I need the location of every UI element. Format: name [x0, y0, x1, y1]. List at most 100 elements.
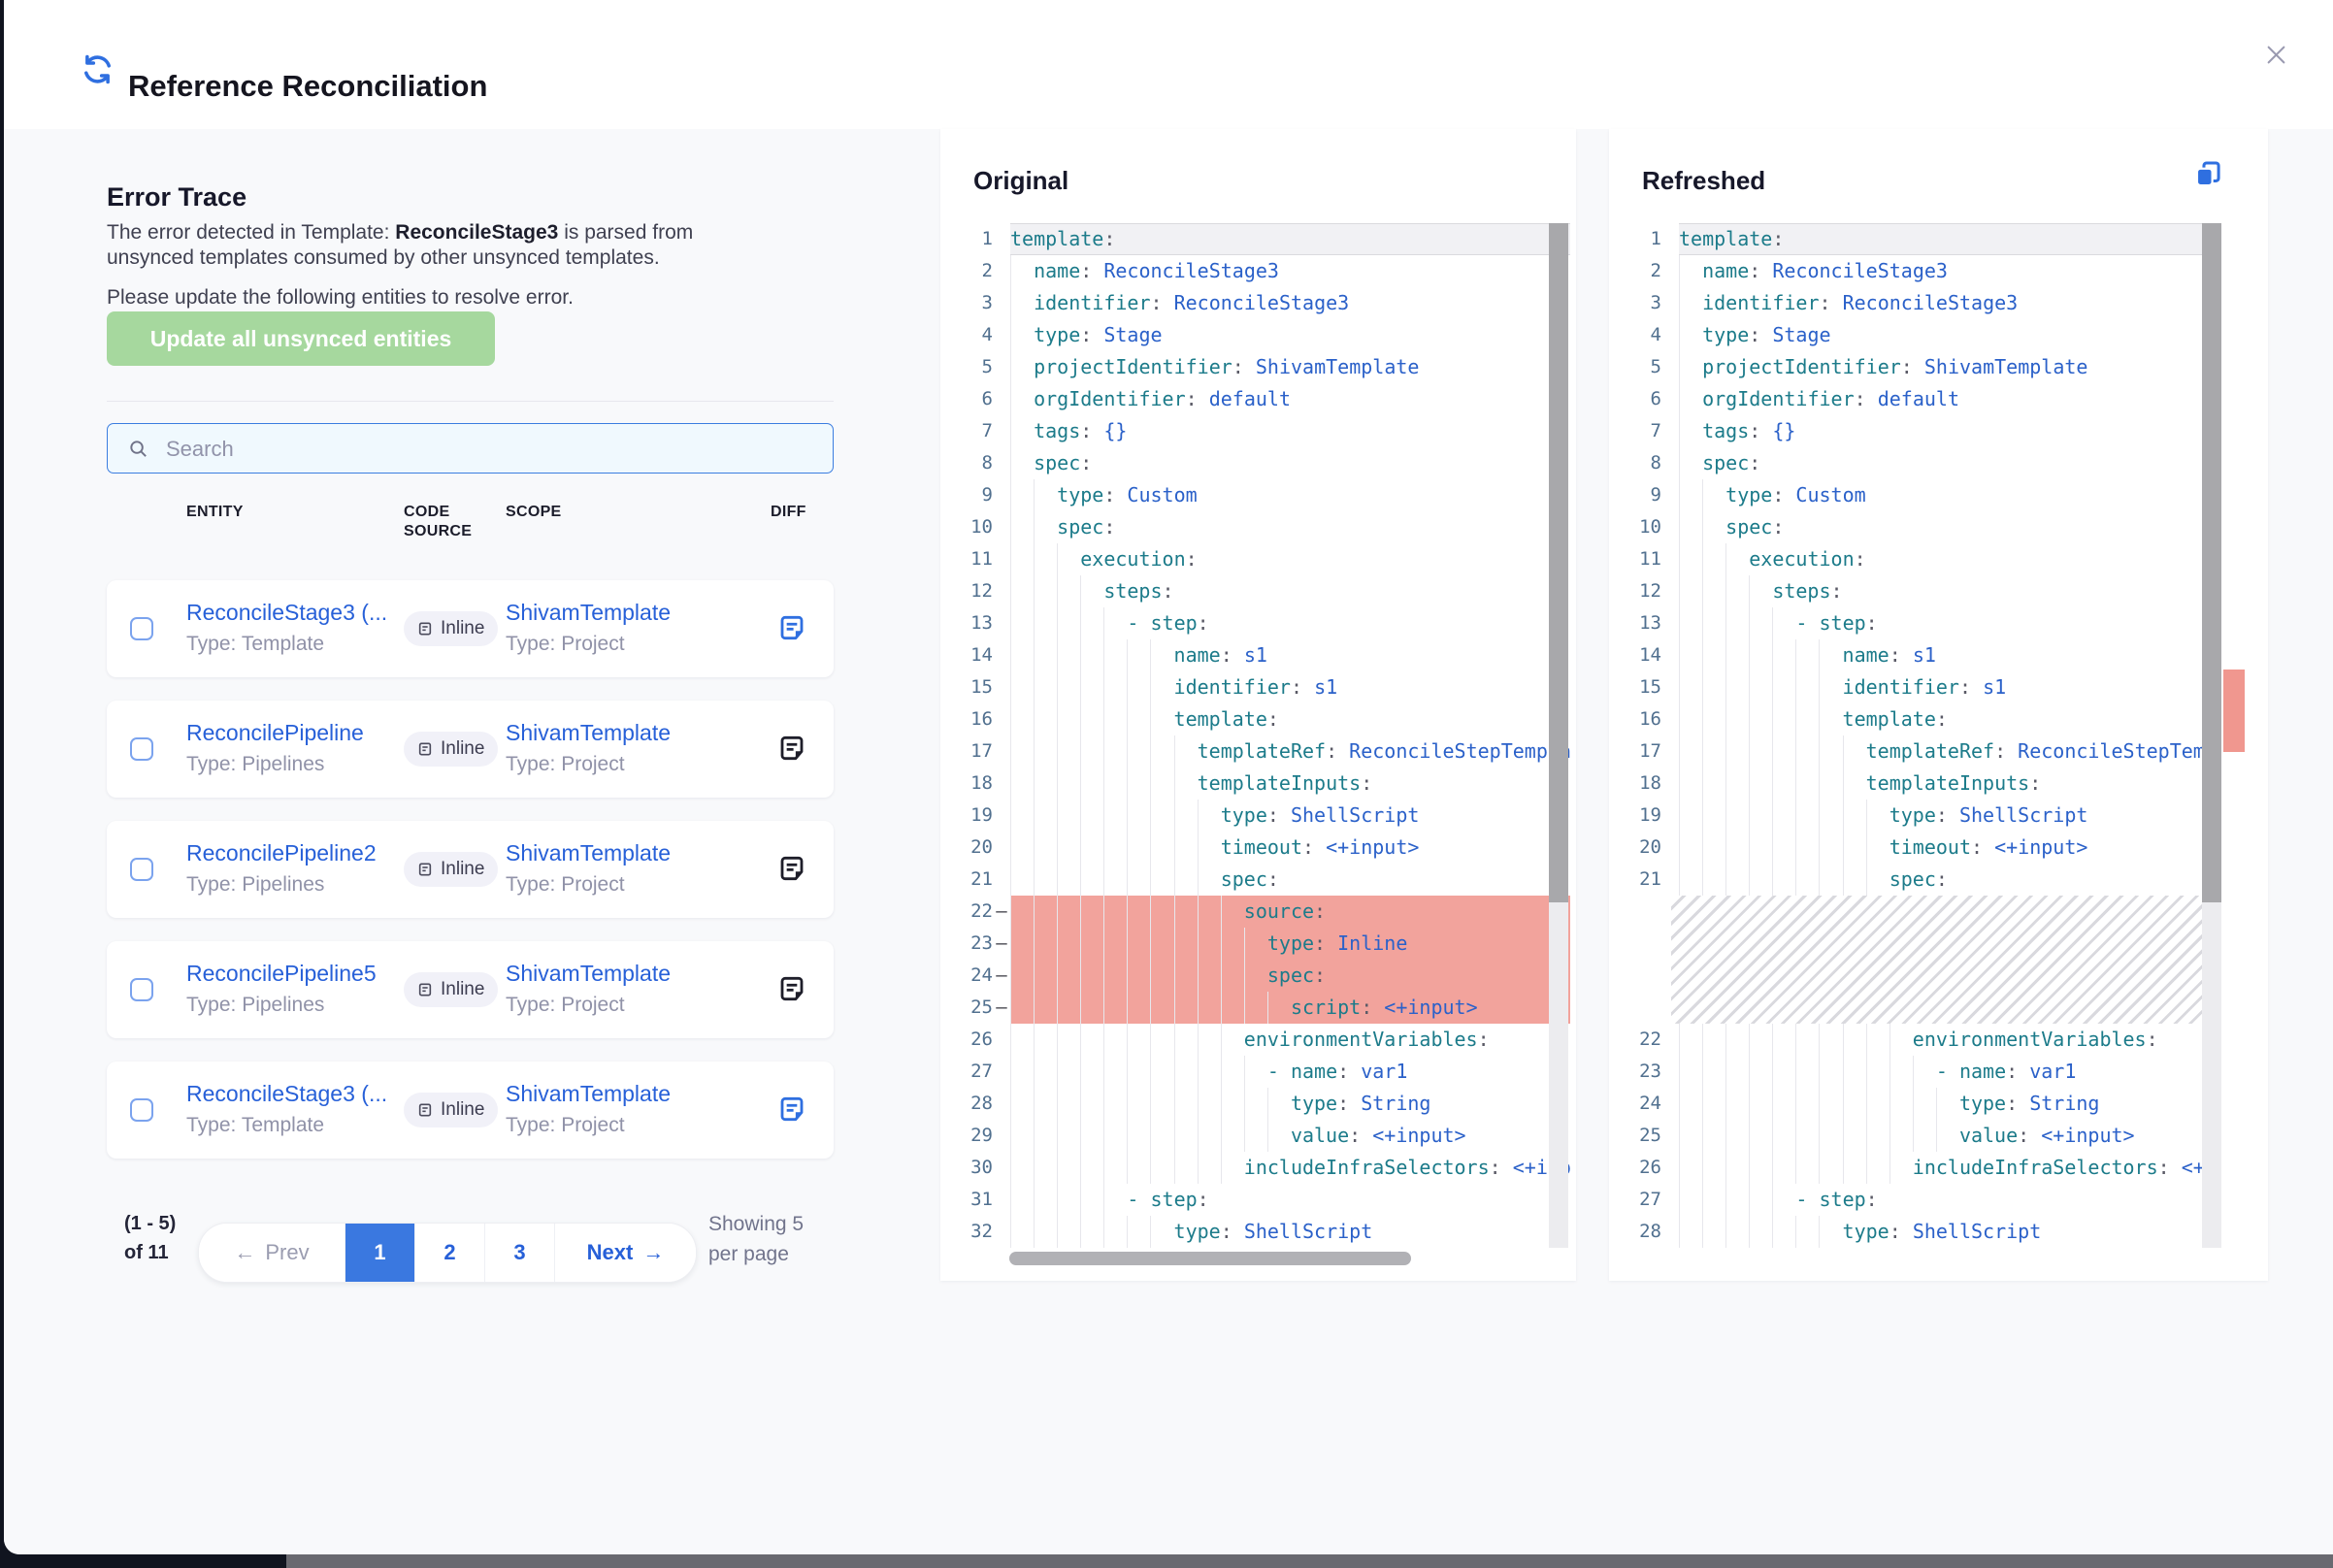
- code-line: 5projectIdentifier: ShivamTemplate: [1619, 351, 2221, 383]
- code-line-text: - name: var1: [1679, 1056, 2221, 1088]
- diff-line-marker: [993, 447, 1010, 479]
- prev-page-button[interactable]: ←Prev: [199, 1224, 345, 1282]
- entity-link[interactable]: ReconcilePipeline2: [186, 840, 395, 866]
- line-number: 23: [950, 928, 993, 960]
- line-number: 23: [1619, 1056, 1661, 1088]
- table-row: ReconcileStage3 (...Type: TemplateInline…: [107, 1062, 834, 1159]
- diff-line-marker: [1661, 864, 1679, 896]
- line-number: 13: [950, 607, 993, 639]
- code-line-text: type: ShellScript: [1679, 1216, 2221, 1248]
- diff-line-marker: [1661, 703, 1679, 735]
- code-line-text: orgIdentifier: default: [1010, 383, 1570, 415]
- code-line: 3identifier: ReconcileStage3: [950, 287, 1570, 319]
- column-header-diff: DIFF: [771, 503, 806, 522]
- code-line-text: spec:: [1679, 864, 2221, 896]
- diff-line-marker: [993, 832, 1010, 864]
- search-input[interactable]: [164, 424, 818, 474]
- line-number: 15: [1619, 671, 1661, 703]
- scope-link[interactable]: ShivamTemplate: [506, 961, 729, 987]
- row-checkbox[interactable]: [130, 617, 153, 640]
- code-line: 3identifier: ReconcileStage3: [1619, 287, 2221, 319]
- code-source-label: Inline: [441, 618, 484, 639]
- line-number: 13: [1619, 607, 1661, 639]
- page-button-2[interactable]: 2: [414, 1224, 484, 1282]
- diff-button[interactable]: [775, 973, 808, 1006]
- code-line-text: templateRef: ReconcileStepTemplate: [1010, 735, 1570, 768]
- code-source-badge: Inline: [404, 611, 498, 646]
- line-number: 8: [950, 447, 993, 479]
- refreshed-vertical-scrollbar[interactable]: [2202, 223, 2221, 1248]
- code-line-text: type: Custom: [1010, 479, 1570, 511]
- line-number: 22: [950, 896, 993, 928]
- row-checkbox[interactable]: [130, 858, 153, 881]
- code-line-text: type: ShellScript: [1010, 1216, 1570, 1248]
- original-vertical-scrollbar[interactable]: [1549, 223, 1568, 1248]
- code-line: 24type: String: [1619, 1088, 2221, 1120]
- copy-button[interactable]: [2191, 158, 2224, 191]
- entity-link[interactable]: ReconcilePipeline: [186, 720, 395, 746]
- code-line: 9type: Custom: [950, 479, 1570, 511]
- original-horizontal-scrollbar[interactable]: [1009, 1252, 1411, 1265]
- code-line-text: templateInputs:: [1010, 768, 1570, 800]
- scope-link[interactable]: ShivamTemplate: [506, 1081, 729, 1107]
- diff-line-marker: [993, 287, 1010, 319]
- code-source-label: Inline: [441, 1099, 484, 1121]
- diff-file-icon: [776, 993, 807, 1007]
- scope-link[interactable]: ShivamTemplate: [506, 840, 729, 866]
- entity-cell: ReconcilePipeline5Type: Pipelines: [186, 961, 395, 1017]
- line-number: 7: [1619, 415, 1661, 447]
- line-number: 3: [1619, 287, 1661, 319]
- row-checkbox[interactable]: [130, 1098, 153, 1122]
- code-line: 2name: ReconcileStage3: [1619, 255, 2221, 287]
- diff-line-marker: [1661, 447, 1679, 479]
- diff-line-marker: [993, 543, 1010, 575]
- diff-button[interactable]: [775, 1094, 808, 1127]
- next-label: Next: [587, 1240, 634, 1265]
- scope-type: Type: Project: [506, 873, 729, 897]
- code-line-text: name: ReconcileStage3: [1010, 255, 1570, 287]
- scope-link[interactable]: ShivamTemplate: [506, 720, 729, 746]
- diff-line-marker: –: [993, 992, 1010, 1024]
- diff-button[interactable]: [775, 733, 808, 766]
- row-checkbox[interactable]: [130, 978, 153, 1001]
- line-number: 4: [1619, 319, 1661, 351]
- diff-line-marker: [993, 768, 1010, 800]
- code-line: 28type: ShellScript: [1619, 1216, 2221, 1248]
- code-line: 21spec:: [950, 864, 1570, 896]
- row-checkbox[interactable]: [130, 737, 153, 761]
- original-code-editor: 1template:2name: ReconcileStage33identif…: [950, 223, 1570, 1248]
- code-line: 21spec:: [1619, 864, 2221, 896]
- diff-button[interactable]: [775, 612, 808, 645]
- diff-line-marker: [1661, 511, 1679, 543]
- page-button-3[interactable]: 3: [484, 1224, 554, 1282]
- entity-link[interactable]: ReconcilePipeline5: [186, 961, 395, 987]
- diff-button[interactable]: [775, 853, 808, 886]
- refreshed-panel: Refreshed 1template:2name: ReconcileStag…: [1609, 129, 2268, 1281]
- code-line-text: templateRef: ReconcileStepTemplate: [1679, 735, 2221, 768]
- diff-line-marker: [993, 255, 1010, 287]
- entity-type: Type: Pipelines: [186, 753, 395, 776]
- code-source-badge: Inline: [404, 852, 498, 887]
- code-line: 22–source:: [950, 896, 1570, 928]
- entity-link[interactable]: ReconcileStage3 (...: [186, 1081, 395, 1107]
- entity-link[interactable]: ReconcileStage3 (...: [186, 600, 395, 626]
- browser-horizontal-scrollbar[interactable]: [286, 1554, 2333, 1568]
- diff-line-marker: [1661, 319, 1679, 351]
- entity-cell: ReconcilePipeline Type: Pipelines: [186, 720, 395, 776]
- diff-line-marker: [1661, 1024, 1679, 1056]
- code-source-badge: Inline: [404, 1093, 498, 1127]
- code-line-text: type: Stage: [1010, 319, 1570, 351]
- code-line: 23–type: Inline: [950, 928, 1570, 960]
- close-button[interactable]: [2260, 41, 2291, 72]
- code-line: 13- step:: [1619, 607, 2221, 639]
- next-page-button[interactable]: Next→: [554, 1224, 696, 1282]
- code-line-text: includeInfraSelectors: <+input>: [1010, 1152, 1570, 1184]
- update-all-unsynced-entities-button[interactable]: Update all unsynced entities: [107, 311, 495, 366]
- code-line: 9type: Custom: [1619, 479, 2221, 511]
- scope-link[interactable]: ShivamTemplate: [506, 600, 729, 626]
- code-line: 26environmentVariables:: [950, 1024, 1570, 1056]
- diff-line-marker: [993, 1088, 1010, 1120]
- code-line: 4type: Stage: [950, 319, 1570, 351]
- page-button-1[interactable]: 1: [345, 1224, 414, 1282]
- refresh-icon: [80, 51, 115, 92]
